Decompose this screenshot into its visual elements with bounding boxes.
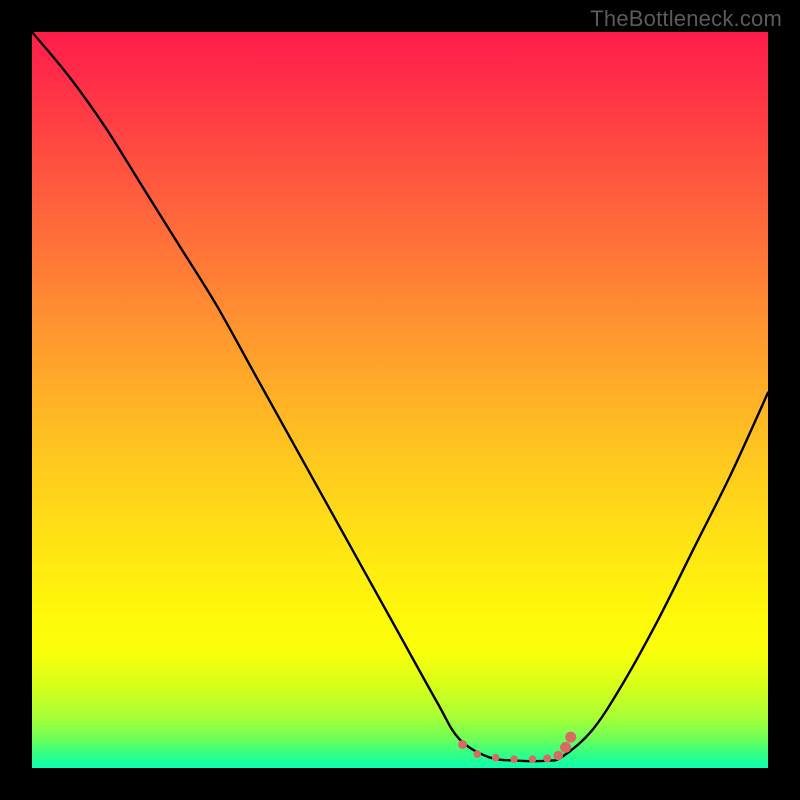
highlight-dot xyxy=(492,754,500,762)
highlight-dot xyxy=(565,732,576,743)
chart-frame: TheBottleneck.com xyxy=(0,0,800,800)
highlight-markers xyxy=(32,32,768,768)
watermark-text: TheBottleneck.com xyxy=(590,6,782,32)
highlight-dot xyxy=(543,754,551,762)
highlight-dot xyxy=(458,740,467,749)
highlight-dot xyxy=(473,750,481,758)
highlight-dot xyxy=(510,755,518,763)
plot-area xyxy=(32,32,768,768)
highlight-dot xyxy=(560,742,571,753)
highlight-dot xyxy=(553,751,563,761)
highlight-dot xyxy=(529,755,537,763)
